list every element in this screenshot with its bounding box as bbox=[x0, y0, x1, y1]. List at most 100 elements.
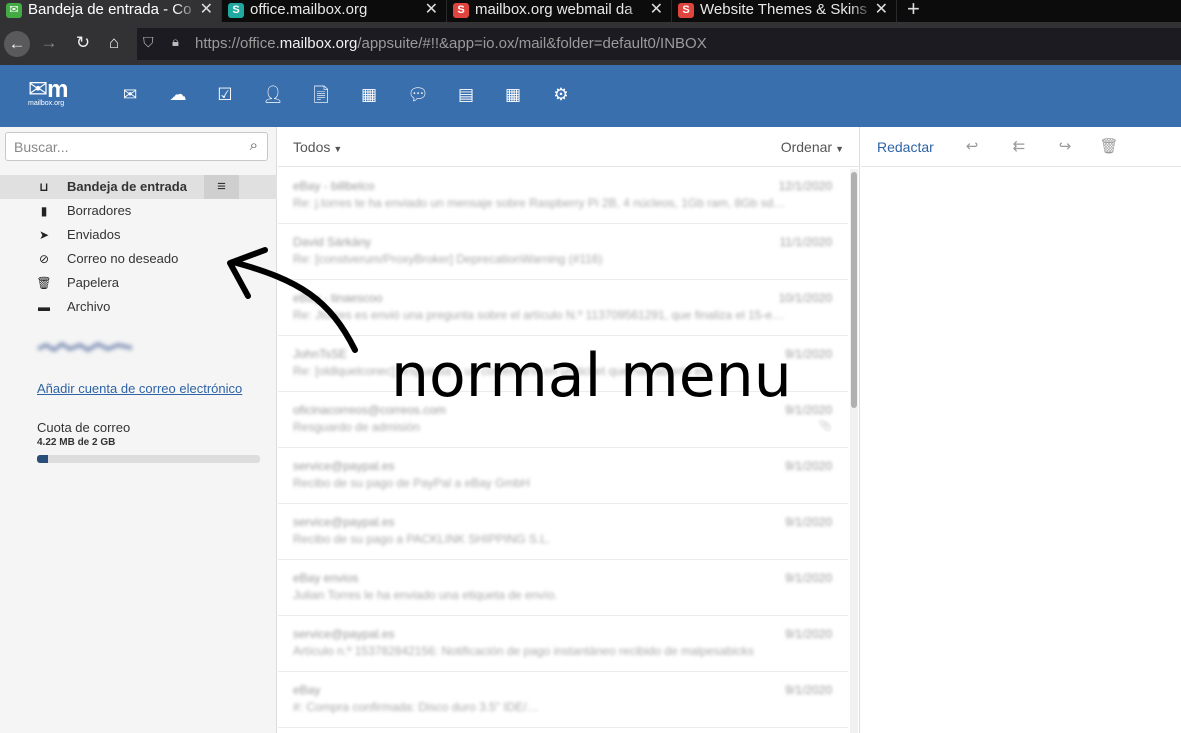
mail-date: 9/1/2020 bbox=[785, 403, 832, 417]
forward-arrow-icon[interactable]: → bbox=[37, 31, 61, 55]
presentation-icon[interactable]: ▤ bbox=[454, 83, 478, 107]
mail-subject: Resguardo de admisión bbox=[293, 420, 420, 434]
mail-list-item[interactable]: service@paypal.es Recibo de su pago a PAC… bbox=[278, 504, 848, 560]
new-tab-button[interactable]: + bbox=[897, 0, 930, 22]
tab-title: office.mailbox.org bbox=[250, 1, 368, 18]
mail-icon[interactable]: ✉ bbox=[118, 83, 142, 107]
mail-date: 9/1/2020 bbox=[785, 571, 832, 585]
quota-value: 4.22 MB de 2 GB bbox=[37, 437, 116, 448]
mail-list-item[interactable]: David Sárkány Re: [constverum/ProxyBroker… bbox=[278, 224, 848, 280]
mail-detail-pane: Redactar ↩ ⇇ ↪ 🗑︎ bbox=[861, 127, 1181, 733]
url-text[interactable]: https://office.mailbox.org/appsuite/#!!&… bbox=[195, 35, 707, 52]
mail-sender: JohnTsSE bbox=[293, 347, 348, 361]
mail-sender: eBay - tinaescoo bbox=[293, 291, 383, 305]
search-input[interactable]: Buscar... ⌕ bbox=[5, 132, 268, 161]
mail-date: 9/1/2020 bbox=[785, 347, 832, 361]
logo-text: mailbox.org bbox=[28, 100, 65, 107]
quota-bar bbox=[37, 455, 260, 463]
add-mail-account-link[interactable]: Añadir cuenta de correo electrónico bbox=[37, 381, 242, 396]
mail-envelope-icon: ✉ bbox=[6, 3, 22, 18]
scrollbar-thumb[interactable] bbox=[851, 172, 857, 408]
tab-close-icon[interactable]: ✕ bbox=[200, 0, 213, 20]
cloud-icon[interactable]: ☁ bbox=[166, 83, 190, 107]
mail-list-item[interactable]: eBay - tinaescoo Re: Jtorres es envió una… bbox=[278, 280, 848, 336]
url-bar[interactable]: ⛉ 🔒︎ https://office.mailbox.org/appsuite… bbox=[137, 28, 1181, 60]
s-logo-icon: S bbox=[678, 3, 694, 18]
sort-dropdown[interactable]: Ordenar ▼ bbox=[781, 139, 844, 155]
mail-date: 9/1/2020 bbox=[785, 459, 832, 473]
contacts-icon[interactable]: 👤︎ bbox=[261, 83, 285, 107]
mail-subject: Re: j.torres te ha enviado un mensaje so… bbox=[293, 196, 786, 210]
trash-icon: 🗑︎ bbox=[36, 276, 52, 290]
chat-icon[interactable]: 💬︎ bbox=[406, 83, 430, 107]
browser-tab-inbox[interactable]: ✉ Bandeja de entrada - Co ✕ bbox=[0, 0, 222, 22]
spreadsheet-icon[interactable]: ▦ bbox=[501, 83, 525, 107]
folder-menu-button[interactable]: ≡ bbox=[204, 175, 239, 199]
mail-subject: Recibo de su pago de PayPal a eBay GmbH bbox=[293, 476, 530, 490]
reply-icon[interactable]: ↩ bbox=[962, 137, 982, 155]
tasks-check-icon[interactable]: ☑ bbox=[213, 83, 237, 107]
draft-file-icon: ▮ bbox=[40, 204, 48, 218]
blurred-account-name bbox=[37, 341, 133, 353]
mail-sender: eBay bbox=[293, 683, 321, 697]
folder-label: Papelera bbox=[67, 275, 120, 290]
mail-list-item[interactable]: eBay envios Julian Torres le ha enviado u… bbox=[278, 560, 848, 616]
inbox-icon: ⊔ bbox=[39, 180, 49, 194]
folder-spam[interactable]: ⊘ Correo no deseado bbox=[0, 247, 277, 271]
home-icon[interactable]: ⌂ bbox=[102, 31, 126, 55]
archive-box-icon: ▬ bbox=[38, 300, 50, 314]
mail-sender: eBay - billbelco bbox=[293, 179, 375, 193]
calendar-icon[interactable]: ▦ bbox=[357, 83, 381, 107]
tab-title: Website Themes & Skins bbox=[700, 1, 868, 18]
attachment-icon: 📎︎ bbox=[818, 420, 832, 432]
settings-gear-icon[interactable]: ⚙ bbox=[549, 83, 573, 107]
tab-close-icon[interactable]: ✕ bbox=[650, 0, 663, 20]
mail-subject: Re: Jtorres es envió una pregunta sobre … bbox=[293, 308, 785, 322]
filter-dropdown[interactable]: Todos ▼ bbox=[293, 139, 342, 155]
shield-icon[interactable]: ⛉ bbox=[143, 34, 154, 51]
mail-date: 9/1/2020 bbox=[785, 683, 832, 697]
browser-tab-bar: ✉ Bandeja de entrada - Co ✕ S office.mai… bbox=[0, 0, 1181, 22]
folder-archive[interactable]: ▬ Archivo bbox=[0, 295, 277, 319]
mail-subject: Re: [constverum/ProxyBroker] Deprecation… bbox=[293, 252, 603, 266]
app-header: ✉m mailbox.org ✉ ☁ ☑ 👤︎ 📄︎ ▦ 💬︎ ▤ ▦ ⚙ bbox=[0, 65, 1181, 127]
lock-icon[interactable]: 🔒︎ bbox=[172, 34, 179, 50]
mail-sender: eBay envios bbox=[293, 571, 359, 585]
folder-inbox[interactable]: ⊔ Bandeja de entrada ≡ bbox=[0, 175, 277, 199]
mailbox-logo[interactable]: ✉m mailbox.org bbox=[28, 78, 78, 110]
folder-label: Archivo bbox=[67, 299, 111, 314]
document-icon[interactable]: 📄︎ bbox=[309, 83, 333, 107]
folder-drafts[interactable]: ▮ Borradores bbox=[0, 199, 277, 223]
caret-down-icon: ▼ bbox=[835, 144, 844, 154]
back-arrow-icon[interactable]: ← bbox=[4, 31, 30, 57]
folder-sent[interactable]: ➤ Enviados bbox=[0, 223, 277, 247]
mail-list-item[interactable]: service@paypal.es Artículo n.º 1537828421… bbox=[278, 616, 848, 672]
mail-date: 10/1/2020 bbox=[778, 291, 832, 305]
mail-list-item[interactable]: service@paypal.es Recibo de su pago de Pa… bbox=[278, 448, 848, 504]
reload-icon[interactable]: ↻ bbox=[71, 31, 95, 55]
mail-subject: #: Compra confirmada: Disco duro 3.5" ID… bbox=[293, 700, 539, 714]
compose-button[interactable]: Redactar bbox=[877, 139, 934, 155]
mail-subject: Julian Torres le ha enviado una etiqueta… bbox=[293, 588, 558, 602]
tab-title: mailbox.org webmail da bbox=[475, 1, 633, 18]
folder-trash[interactable]: 🗑︎ Papelera bbox=[0, 271, 277, 295]
reply-all-icon[interactable]: ⇇ bbox=[1009, 137, 1029, 155]
spam-ban-icon: ⊘ bbox=[38, 252, 50, 266]
search-icon[interactable]: ⌕ bbox=[250, 137, 258, 154]
browser-tab-themes[interactable]: S Website Themes & Skins ✕ bbox=[672, 0, 897, 22]
mail-list-item[interactable]: eBay - billbelco Re: j.torres te ha envia… bbox=[278, 168, 848, 224]
tab-close-icon[interactable]: ✕ bbox=[875, 0, 888, 20]
mail-list-item[interactable]: eBay #: Compra confirmada: Disco duro 3.5… bbox=[278, 672, 848, 728]
s-logo-icon: S bbox=[228, 3, 244, 18]
browser-tab-office[interactable]: S office.mailbox.org ✕ bbox=[222, 0, 447, 22]
folder-label: Borradores bbox=[67, 203, 132, 218]
forward-icon[interactable]: ↪ bbox=[1055, 137, 1075, 155]
mail-list-scrollbar[interactable] bbox=[850, 169, 858, 733]
mail-subject: Artículo n.º 153782842156: Notificación … bbox=[293, 644, 754, 658]
delete-trash-icon[interactable]: 🗑︎ bbox=[1099, 137, 1119, 155]
tab-close-icon[interactable]: ✕ bbox=[425, 0, 438, 20]
mail-subject: Recibo de su pago a PACKLINK SHIPPING S.… bbox=[293, 532, 551, 546]
folder-label: Enviados bbox=[67, 227, 121, 242]
tab-title: Bandeja de entrada - Co bbox=[28, 1, 192, 18]
browser-tab-webmail[interactable]: S mailbox.org webmail da ✕ bbox=[447, 0, 672, 22]
